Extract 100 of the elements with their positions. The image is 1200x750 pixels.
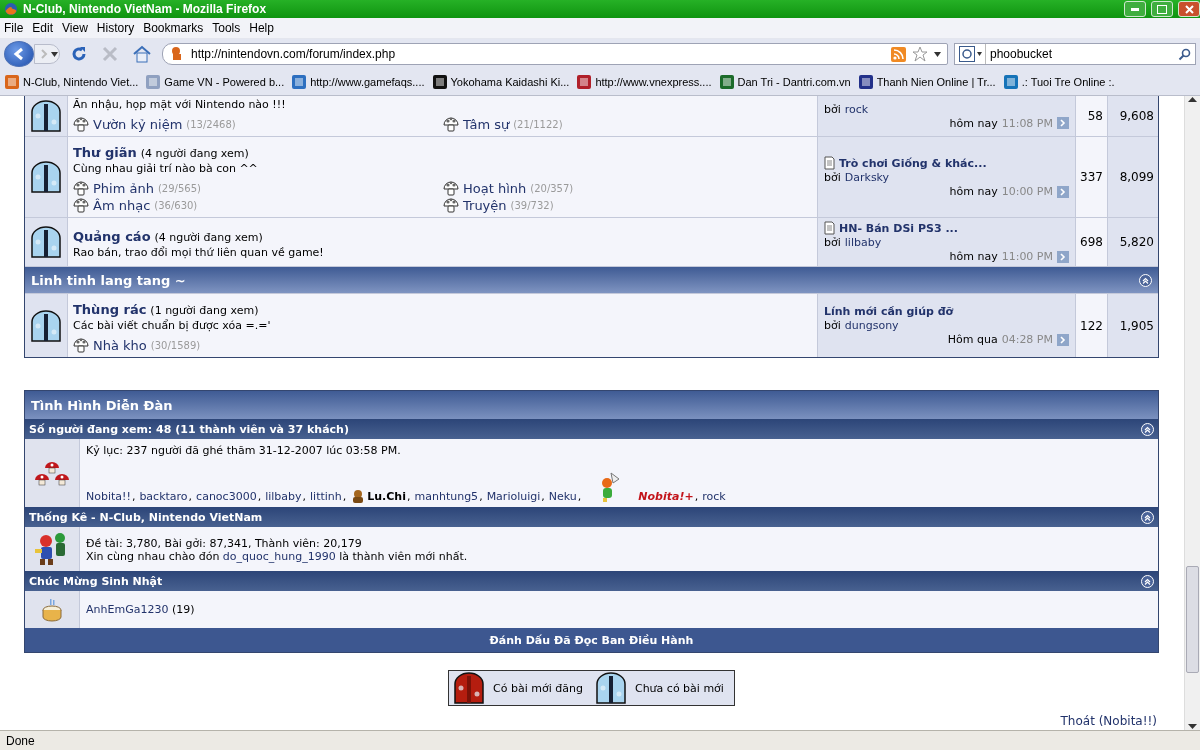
menu-item[interactable]: Bookmarks xyxy=(143,21,204,35)
maximize-icon xyxy=(1157,4,1167,14)
bookmark-item[interactable]: Dan Tri - Dantri.com.vn xyxy=(718,74,851,90)
separator-comma: , xyxy=(131,490,136,503)
user-link[interactable]: littinh xyxy=(310,490,342,503)
author-link[interactable]: lilbaby xyxy=(844,236,882,249)
address-field[interactable]: http://nintendovn.com/forum/index.php xyxy=(162,43,948,65)
author-link[interactable]: rock xyxy=(844,102,869,116)
author-link[interactable]: dungsony xyxy=(844,319,899,332)
search-field[interactable]: phoobucket xyxy=(954,43,1196,65)
menu-item[interactable]: View xyxy=(62,21,88,35)
menu-item[interactable]: Edit xyxy=(32,21,54,35)
forum-description: Rao bán, trao đổi mọi thứ liên quan về game! xyxy=(73,246,325,259)
user-link[interactable]: do_quoc_hung_1990 xyxy=(222,550,336,563)
collapse-button[interactable] xyxy=(1141,422,1154,436)
separator-comma: , xyxy=(577,490,582,503)
mark-read-link[interactable]: Đánh Dấu Đã Đọc Ban Điều Hành xyxy=(25,628,1158,652)
door-icon xyxy=(30,161,62,193)
bookmark-item[interactable]: http://www.vnexpress.... xyxy=(576,74,712,90)
section-title: Chúc Mừng Sinh Nhật xyxy=(29,574,163,588)
door-icon xyxy=(30,226,62,258)
post-count: 1,905 xyxy=(1108,294,1158,357)
user-link[interactable]: Nobita!! xyxy=(86,490,131,503)
go-to-post-icon[interactable] xyxy=(1057,117,1069,129)
menu-item[interactable]: Help xyxy=(249,21,274,35)
star-icon[interactable] xyxy=(912,46,928,62)
last-post-link[interactable]: HN- Bán DSi PS3 ... xyxy=(824,221,1069,235)
go-to-post-icon[interactable] xyxy=(1057,333,1069,346)
scrollbar[interactable] xyxy=(1184,96,1200,730)
user-link[interactable]: manhtung5 xyxy=(414,490,479,503)
bookmark-item[interactable]: Game VN - Powered b... xyxy=(145,74,285,90)
user-link[interactable]: Neku xyxy=(548,490,577,503)
author-link[interactable]: Darksky xyxy=(844,171,890,184)
user-link[interactable]: canoc3000 xyxy=(196,490,257,503)
user-link[interactable]: rock xyxy=(702,490,726,503)
collapse-button[interactable] xyxy=(1141,510,1154,524)
subforum-link[interactable]: Tâm sự xyxy=(463,116,510,132)
subforum-link[interactable]: Vườn kỷ niệm xyxy=(93,116,183,132)
bookmark-item[interactable]: Yokohama Kaidashi Ki... xyxy=(431,74,570,90)
subforum-link[interactable]: Truyện xyxy=(463,197,507,213)
document-icon xyxy=(824,221,835,235)
go-to-post-icon[interactable] xyxy=(1057,250,1069,263)
subforum-count: (30/1589) xyxy=(150,339,201,351)
forum-title-link[interactable]: Quảng cáo xyxy=(73,229,151,244)
cake-icon xyxy=(41,597,63,622)
last-post-link[interactable]: Trò chơi Giống & khác... xyxy=(824,156,1069,170)
thread-count: 698 xyxy=(1076,218,1108,266)
forward-button[interactable] xyxy=(34,44,60,64)
bookmark-icon xyxy=(4,74,20,90)
caret-icon xyxy=(51,51,58,57)
collapse-button[interactable] xyxy=(1139,273,1152,287)
document-icon xyxy=(824,156,835,170)
bookmark-item[interactable]: N-Club, Nintendo Viet... xyxy=(4,74,139,90)
by-label: bởi xyxy=(824,236,841,249)
user-link[interactable]: AnhEmGa1230 xyxy=(86,603,169,616)
scroll-thumb[interactable] xyxy=(1186,566,1199,673)
minimize-button[interactable] xyxy=(1124,1,1146,17)
user-link[interactable]: Lu.Chi xyxy=(367,490,406,503)
subforum-count: (13/2468) xyxy=(186,118,236,130)
search-icon[interactable] xyxy=(1178,47,1191,61)
close-button[interactable] xyxy=(1178,1,1200,17)
forum-description: Ăn nhậu, họp mặt với Nintendo nào !!! xyxy=(73,98,287,111)
forum-title-link[interactable]: Thùng rác xyxy=(73,302,147,317)
collapse-button[interactable] xyxy=(1141,574,1154,588)
subforum-link[interactable]: Hoạt hình xyxy=(463,180,527,196)
rss-icon[interactable] xyxy=(891,46,906,62)
engine-icon xyxy=(958,46,975,62)
logout-link[interactable]: Thoát (Nobita!!) xyxy=(1060,714,1157,728)
mushroom-icon xyxy=(443,116,459,132)
go-to-post-icon[interactable] xyxy=(1057,185,1069,198)
subforum-link[interactable]: Nhà kho xyxy=(93,337,147,353)
forum-title-link[interactable]: Thư giãn xyxy=(73,145,137,160)
thread-count: 122 xyxy=(1076,294,1108,357)
door-icon xyxy=(594,672,627,704)
back-button[interactable] xyxy=(4,41,34,67)
user-link[interactable]: Nobita!+ xyxy=(638,490,694,503)
subforum-link[interactable]: Âm nhạc xyxy=(93,197,151,213)
user-link[interactable]: Marioluigi xyxy=(486,490,541,503)
subforum-link[interactable]: Phim ảnh xyxy=(93,180,154,196)
bookmark-item[interactable]: .: Tuoi Tre Online :. xyxy=(1002,74,1115,90)
menu-item[interactable]: Tools xyxy=(212,21,241,35)
viewer-count: (4 người đang xem) xyxy=(140,147,249,160)
record-text: Kỷ lục: 237 người đã ghé thăm 31-12-2007 lúc 03:58 PM. xyxy=(86,444,402,457)
mushroom-icon xyxy=(73,197,89,213)
menu-item[interactable]: File xyxy=(4,21,24,35)
by-label: bởi xyxy=(824,102,841,116)
separator-comma: , xyxy=(407,490,411,503)
bookmark-item[interactable]: http://www.gamefaqs.... xyxy=(291,74,425,90)
bookmark-item[interactable]: Thanh Nien Online | Tr... xyxy=(857,74,996,90)
user-link[interactable]: backtaro xyxy=(139,490,188,503)
user-link[interactable]: lilbaby xyxy=(265,490,302,503)
dropdown-icon[interactable] xyxy=(934,51,941,57)
chevron-icon xyxy=(1141,275,1150,285)
last-post-link[interactable]: Lính mới cần giúp đỡ xyxy=(824,305,1069,318)
category-title-link[interactable]: Linh tinh lang tang ~ xyxy=(31,272,186,288)
bookmark-icon xyxy=(431,74,448,90)
post-time: 11:08 PM xyxy=(1001,116,1053,130)
maximize-button[interactable] xyxy=(1151,1,1173,17)
bookmark-icon xyxy=(1002,74,1019,90)
menu-item[interactable]: History xyxy=(96,21,135,35)
